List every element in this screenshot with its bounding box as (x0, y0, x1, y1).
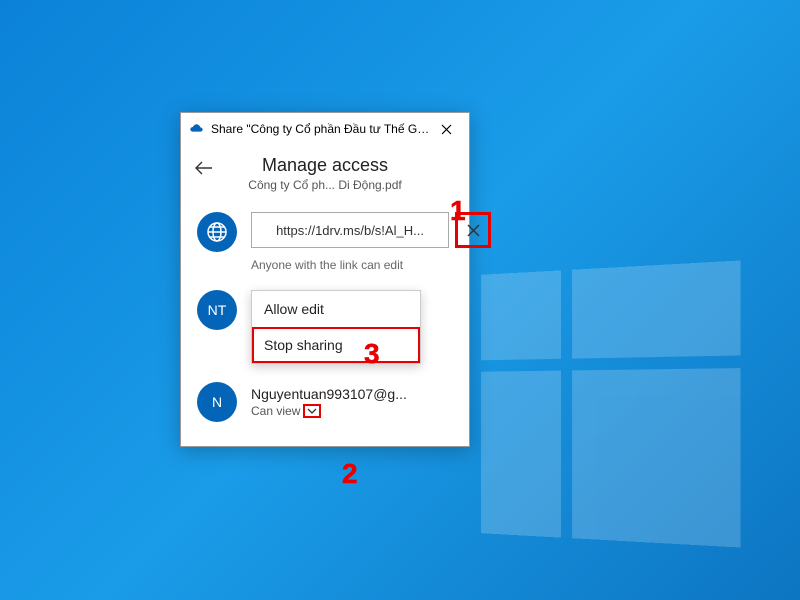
link-description: Anyone with the link can edit (251, 258, 453, 272)
person-email: Nguyentuan993107@g... (251, 386, 453, 402)
globe-avatar (197, 212, 237, 252)
avatar-n: N (197, 382, 237, 422)
permission-chevron[interactable] (303, 404, 321, 418)
page-title: Manage access (181, 155, 469, 176)
annotation-3: 3 (364, 338, 380, 370)
stop-sharing-option[interactable]: Stop sharing (252, 327, 420, 363)
permission-label: Can view (251, 404, 300, 418)
person-nt-row: NT Allow edit Stop sharing (197, 290, 453, 330)
file-name: Công ty Cổ ph... Di Động.pdf (181, 178, 469, 192)
annotation-2: 2 (342, 458, 358, 490)
dialog-content: Anyone with the link can edit NT Allow e… (181, 198, 469, 446)
person-n-row: N Nguyentuan993107@g... Can view (197, 382, 453, 422)
back-button[interactable] (195, 159, 213, 180)
onedrive-icon (189, 121, 205, 137)
share-dialog: Share "Công ty Cổ phần Đầu tư Thế Giới D… (180, 112, 470, 447)
share-link-input[interactable] (251, 212, 449, 248)
dialog-title: Share "Công ty Cổ phần Đầu tư Thế Giới D… (211, 122, 431, 136)
annotation-1: 1 (450, 195, 466, 227)
permission-dropdown: Allow edit Stop sharing (251, 290, 421, 364)
allow-edit-option[interactable]: Allow edit (252, 291, 420, 327)
permission-line: Can view (251, 404, 453, 418)
avatar-nt: NT (197, 290, 237, 330)
link-row (197, 212, 453, 252)
person-info: Nguyentuan993107@g... Can view (251, 386, 453, 418)
titlebar: Share "Công ty Cổ phần Đầu tư Thế Giới D… (181, 113, 469, 145)
dialog-header: Manage access Công ty Cổ ph... Di Động.p… (181, 145, 469, 198)
close-button[interactable] (431, 117, 461, 141)
windows-desktop-logo (481, 260, 740, 547)
